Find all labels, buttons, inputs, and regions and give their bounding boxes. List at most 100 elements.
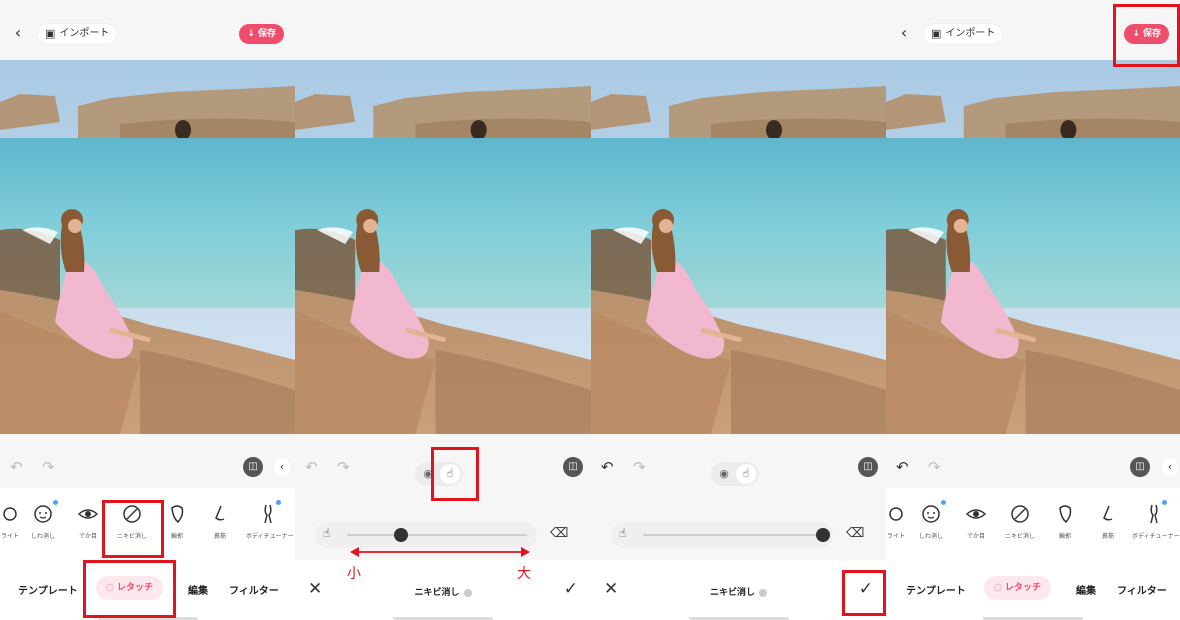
import-button[interactable]: ▣ インポート (924, 24, 1003, 44)
large-label: 大 (517, 566, 531, 582)
confirm-icon[interactable]: ✓ (564, 579, 578, 599)
compare-icon[interactable]: ◫ (563, 457, 583, 477)
back-button[interactable]: ‹ (895, 23, 913, 43)
slider-track (347, 534, 527, 536)
nav-filter[interactable]: フィルター (229, 582, 279, 597)
tool-label: ボディチューナー (246, 533, 294, 540)
size-range-arrow (350, 547, 530, 557)
compare-icon[interactable]: ◫ (243, 457, 263, 477)
import-button[interactable]: ▣ インポート (38, 24, 117, 44)
redo-icon[interactable]: ↷ (633, 458, 646, 476)
brightness-icon (889, 507, 903, 521)
hand-icon: ☝ (323, 526, 331, 540)
eye-icon (965, 509, 987, 519)
undo-icon[interactable]: ↶ (305, 458, 318, 476)
image-icon: ▣ (45, 27, 56, 40)
nav-edit[interactable]: 編集 (188, 582, 208, 597)
compare-icon[interactable]: ◫ (858, 457, 878, 477)
beach-photo (591, 60, 886, 434)
tool-contour[interactable]: 輪郭 (1043, 502, 1087, 540)
nav-template[interactable]: テンプレート (18, 582, 78, 597)
nav-filter[interactable]: フィルター (1117, 582, 1167, 597)
tool-body[interactable]: ボディチューナー (246, 500, 294, 540)
undo-icon[interactable]: ↶ (10, 458, 23, 476)
body-icon (1150, 504, 1158, 524)
tool-label: しわ消し (30, 533, 55, 540)
new-badge-dot (276, 500, 281, 505)
nav-edit[interactable]: 編集 (1076, 582, 1096, 597)
tool-label: しわ消し (918, 533, 943, 540)
control-row: ↶ ↷ ◫ ‹ (0, 446, 295, 486)
redo-icon[interactable]: ↷ (42, 458, 55, 476)
face-icon (34, 505, 52, 523)
beach-photo (295, 60, 591, 434)
tool-wrinkle[interactable]: しわ消し (21, 500, 65, 540)
tool-label: 鼻筋 (1101, 533, 1114, 540)
chevron-left-icon: ‹ (900, 23, 908, 42)
nav-template[interactable]: テンプレート (906, 582, 966, 597)
tool-label: 輪郭 (1058, 533, 1071, 540)
save-button[interactable]: ↓ 保存 (239, 24, 284, 44)
action-bar: ✕ ニキビ消し ✓ (295, 560, 591, 620)
photo-canvas[interactable] (591, 60, 886, 434)
image-icon: ▣ (931, 27, 942, 40)
photo-canvas[interactable] (886, 60, 1180, 434)
eraser-icon[interactable]: ⌫ (550, 526, 568, 541)
tool-title: ニキビ消し (295, 585, 591, 598)
highlight-manual-brush (431, 447, 479, 501)
photo-canvas[interactable] (0, 60, 295, 434)
tool-body[interactable]: ボディチューナー (1132, 500, 1180, 540)
nose-icon (215, 505, 225, 521)
slider-knob[interactable] (394, 528, 408, 542)
back-button[interactable]: ‹ (9, 23, 27, 43)
acne-icon (1011, 505, 1029, 523)
tool-nose[interactable]: 鼻筋 (1086, 502, 1130, 540)
tool-wrinkle[interactable]: しわ消し (909, 500, 953, 540)
highlight-acne-tool (102, 500, 164, 558)
tool-big-eyes[interactable]: でか目 (954, 502, 998, 540)
nose-icon (1103, 505, 1113, 521)
screen-step-4: ‹ ▣ インポート ↓ 保存 ↶ ↷ ◫ ‹ ライト しわ消し でか目 ニキビ消… (886, 0, 1180, 620)
brush-size-slider[interactable]: ☝ (611, 522, 833, 548)
face-icon (922, 505, 940, 523)
tool-strip: ライト しわ消し でか目 ニキビ消し 輪郭 鼻筋 ボディチューナー (886, 488, 1180, 558)
auto-mode-icon[interactable]: ◉ (714, 464, 734, 484)
redo-icon[interactable]: ↷ (337, 458, 350, 476)
eraser-icon[interactable]: ⌫ (846, 526, 864, 541)
top-bar (295, 0, 591, 60)
retouch-icon: ◌ (994, 583, 1002, 593)
tool-label: ボディチューナー (1132, 533, 1180, 540)
new-badge-dot (1162, 500, 1167, 505)
manual-brush-icon[interactable]: ☝ (736, 464, 756, 484)
undo-icon[interactable]: ↶ (601, 458, 614, 476)
highlight-retouch-tab (83, 560, 176, 618)
tool-label: ニキビ消し (1004, 533, 1035, 540)
control-row: ↶ ↷ ◫ ‹ (886, 446, 1180, 486)
collapse-icon[interactable]: ‹ (274, 458, 290, 476)
nav-retouch-label: レタッチ (1005, 583, 1042, 593)
photo-canvas[interactable] (295, 60, 591, 434)
tool-acne[interactable]: ニキビ消し (998, 502, 1042, 540)
hand-icon: ☝ (619, 526, 627, 540)
collapse-icon[interactable]: ‹ (1162, 458, 1178, 476)
slider-knob[interactable] (816, 528, 830, 542)
new-badge-dot (941, 500, 946, 505)
import-label: インポート (945, 28, 996, 39)
info-icon[interactable] (463, 588, 472, 597)
tool-title-text: ニキビ消し (414, 588, 460, 598)
highlight-save (1113, 4, 1180, 67)
tool-nose[interactable]: 鼻筋 (198, 502, 242, 540)
info-icon[interactable] (759, 588, 767, 597)
tool-label: でか目 (966, 533, 985, 540)
import-label: インポート (59, 28, 110, 39)
compare-icon[interactable]: ◫ (1130, 457, 1150, 477)
beach-photo (886, 60, 1180, 434)
beach-photo (0, 60, 295, 434)
undo-icon[interactable]: ↶ (896, 458, 909, 476)
screen-step-2: ↶ ↷ ◫ ◉ ☝ ☝ ⌫ ✕ ニキビ消し ✓ (295, 0, 591, 620)
redo-icon[interactable]: ↷ (928, 458, 941, 476)
small-label: 小 (347, 566, 361, 582)
nav-retouch[interactable]: ◌ レタッチ (984, 576, 1052, 600)
eye-icon (77, 509, 99, 519)
top-bar: ‹ ▣ インポート ↓ 保存 (0, 0, 295, 60)
